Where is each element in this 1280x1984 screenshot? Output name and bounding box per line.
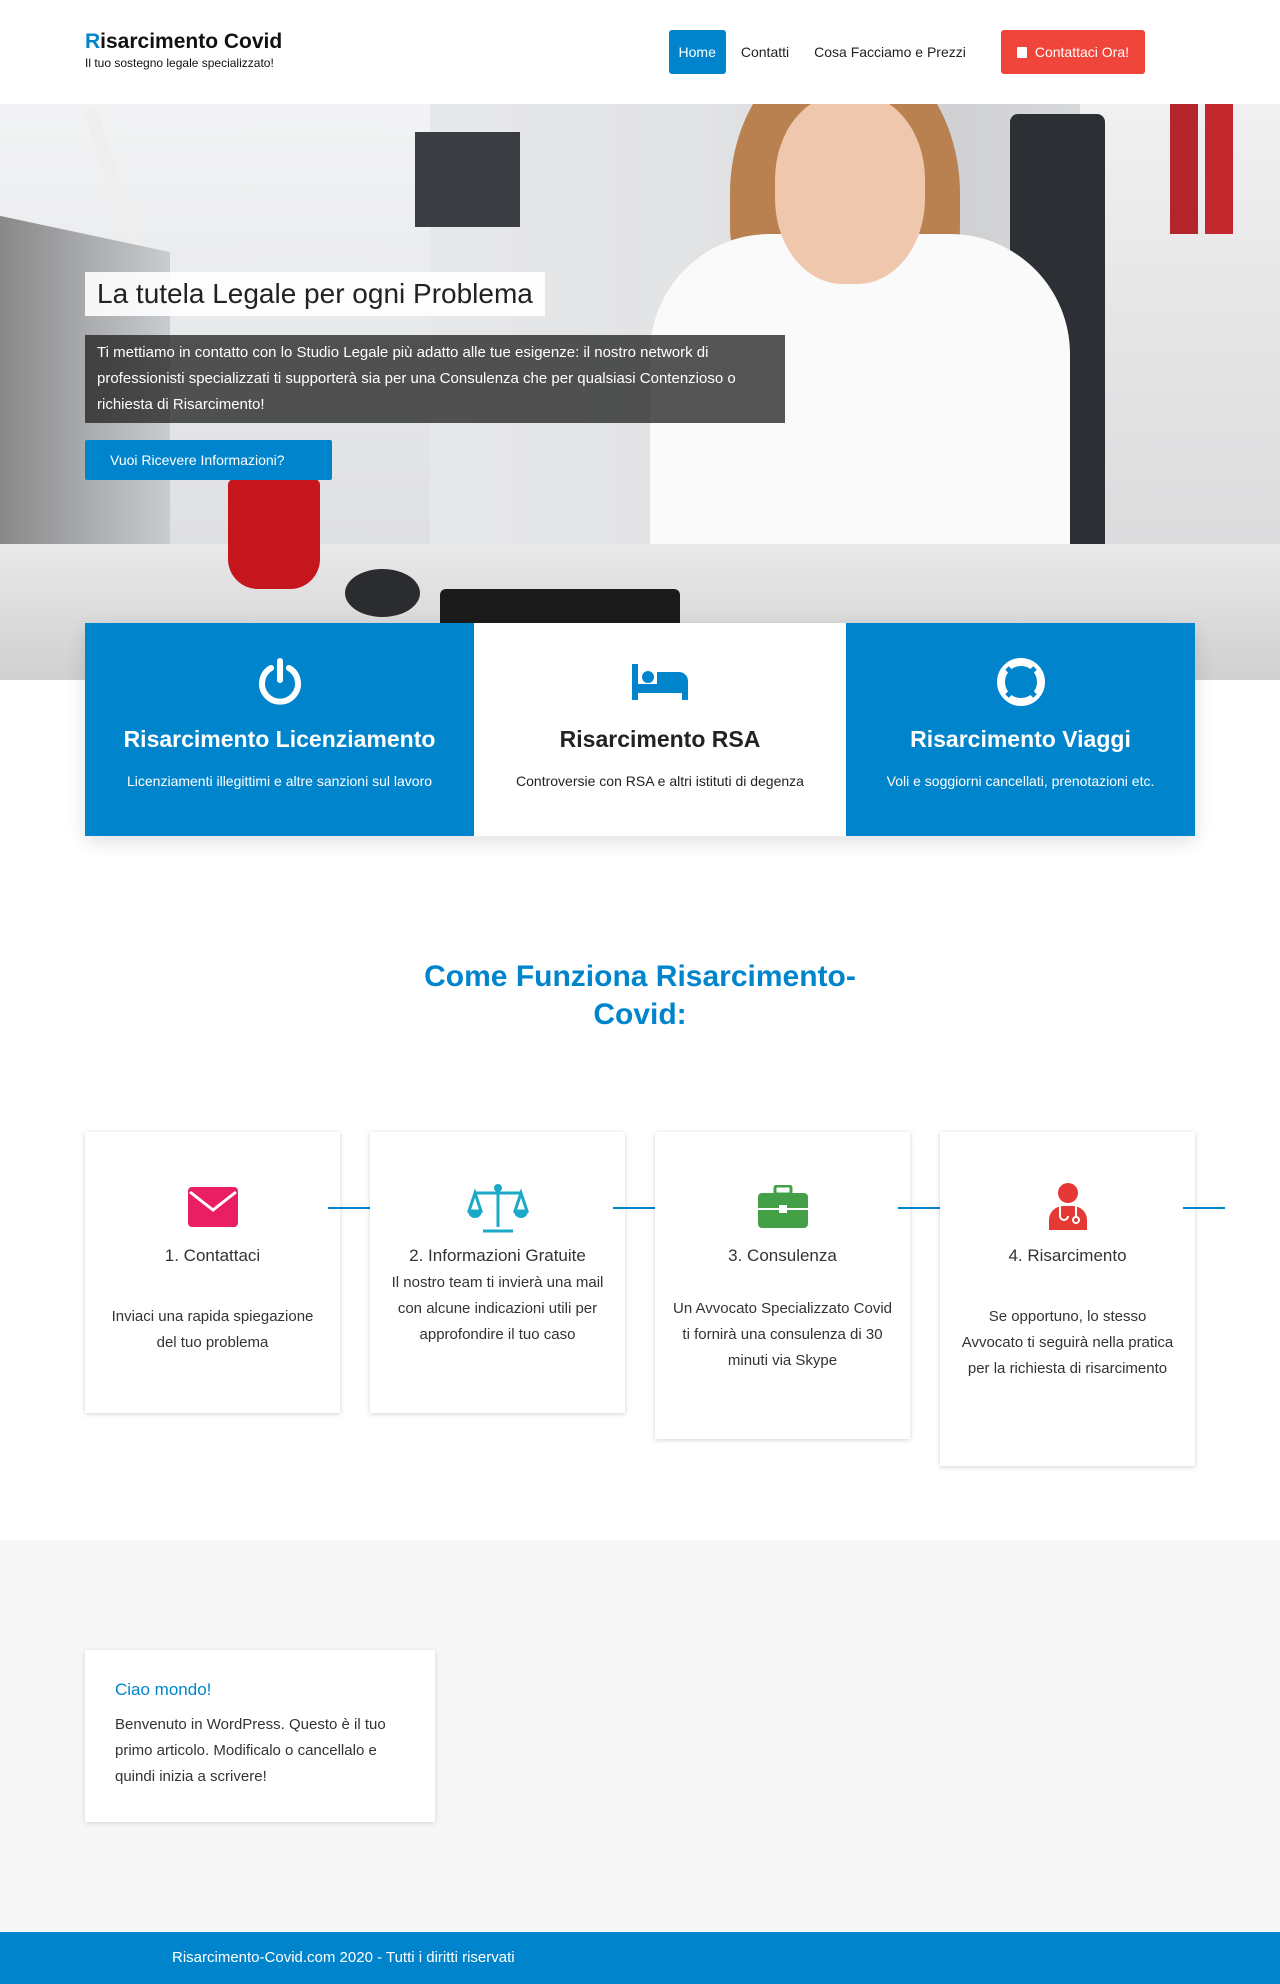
step-connector [898,1207,940,1209]
features-row: Risarcimento Licenziamento Licenziamenti… [85,623,1195,836]
step-connector [1183,1207,1225,1209]
contact-now-label: Contattaci Ora! [1034,44,1129,60]
hero-title: La tutela Legale per ogni Problema [85,272,545,316]
step-desc: Se opportuno, lo stesso Avvocato ti segu… [961,1308,1174,1377]
doctor-icon [940,1182,1195,1232]
step-title: 4. Risarcimento [1008,1246,1127,1265]
main-nav: Home Contatti Cosa Facciamo e Prezzi Con… [664,30,1145,74]
hero-text: Ti mettiamo in contatto con lo Studio Le… [85,335,785,423]
site-title[interactable]: Risarcimento Covid [85,30,282,54]
power-icon [85,658,474,706]
post-title-link[interactable]: Ciao mondo! [115,1680,405,1700]
contact-now-button[interactable]: Contattaci Ora! [1000,30,1145,74]
post-excerpt: Benvenuto in WordPress. Questo è il tuo … [115,1716,386,1785]
step-desc: Un Avvocato Specializzato Covid ti forni… [673,1300,893,1369]
step-title: 3. Consulenza [728,1246,837,1265]
feature-title: Risarcimento Viaggi [910,726,1131,752]
site-tagline: Il tuo sostegno legale specializzato! [85,56,274,70]
nav-item-home[interactable]: Home [668,30,726,74]
step-card-risarcimento: 4. Risarcimento Se opportuno, lo stesso … [940,1132,1225,1466]
hero-bg-mouse [345,569,420,617]
book-icon [1016,47,1027,58]
envelope-icon [85,1182,340,1232]
hero-bg-box [415,132,520,227]
step-desc: Il nostro team ti invierà una mail con a… [391,1274,604,1343]
life-ring-icon [846,658,1195,706]
step-title: 1. Contattaci [164,1246,261,1265]
site-title-rest: isarcimento Covid [100,30,283,53]
site-header: Risarcimento Covid Il tuo sostegno legal… [0,0,1280,104]
step-connector [613,1207,655,1209]
bed-icon [474,658,846,706]
feature-desc: Voli e soggiorni cancellati, prenotazion… [886,773,1155,789]
feature-desc: Controversie con RSA e altri istituti di… [516,773,804,789]
step-title: 2. Informazioni Gratuite [409,1246,586,1265]
posts-section: Ciao mondo! Benvenuto in WordPress. Ques… [0,1540,1280,1932]
hero-bg-mug [228,479,320,589]
feature-rsa[interactable]: Risarcimento RSA Controversie con RSA e … [474,623,846,836]
site-logo[interactable]: Risarcimento Covid Il tuo sostegno legal… [85,30,282,70]
site-footer: Risarcimento-Covid.com 2020 - Tutti i di… [0,1932,1280,1984]
hero-bg-binder [1205,104,1233,234]
step-card-consulenza: 3. Consulenza Un Avvocato Specializzato … [655,1132,940,1439]
briefcase-icon [655,1182,910,1232]
footer-copyright: Risarcimento-Covid.com 2020 - Tutti i di… [172,1949,515,1966]
feature-desc: Licenziamenti illegittimi e altre sanzio… [126,773,433,789]
how-it-works-title: Come Funziona Risarcimento-Covid: [424,960,856,1031]
nav-item-cosa-facciamo[interactable]: Cosa Facciamo e Prezzi [804,30,976,74]
post-card: Ciao mondo! Benvenuto in WordPress. Ques… [85,1650,435,1822]
feature-licenziamento[interactable]: Risarcimento Licenziamento Licenziamenti… [85,623,474,836]
step-card-informazioni: 2. Informazioni Gratuite Il nostro team … [370,1132,655,1413]
request-info-button[interactable]: Vuoi Ricevere Informazioni? [85,440,332,480]
step-desc: Inviaci una rapida spiegazione del tuo p… [111,1308,314,1351]
site-title-initial: R [85,30,101,53]
hero-bg-binder [1170,104,1198,234]
feature-viaggi[interactable]: Risarcimento Viaggi Voli e soggiorni can… [846,623,1195,836]
step-connector [328,1207,370,1209]
feature-title: Risarcimento RSA [559,726,761,752]
scale-icon [370,1182,625,1233]
step-card-contattaci: 1. Contattaci Inviaci una rapida spiegaz… [85,1132,370,1413]
hero-bg-woman-face [775,104,925,284]
feature-title: Risarcimento Licenziamento [123,726,436,752]
nav-item-contatti[interactable]: Contatti [731,30,799,74]
